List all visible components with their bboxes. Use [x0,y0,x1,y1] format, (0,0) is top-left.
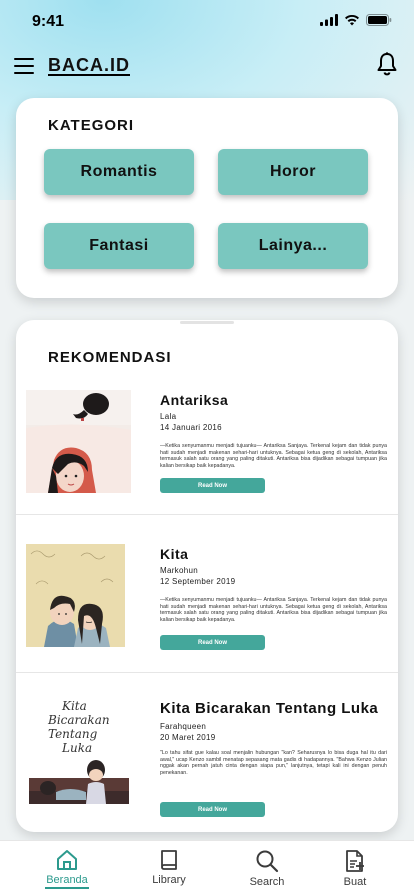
book-date: 20 Maret 2019 [160,733,216,742]
category-button-lainya[interactable]: Lainya... [218,223,368,269]
book-info: Kita Markohun 12 September 2019 —Ketika … [160,546,387,623]
book-author: Markohun [160,566,198,575]
active-indicator [45,887,89,889]
nav-item-search[interactable]: Search [237,849,297,888]
menu-icon[interactable] [14,58,34,74]
book-title: Kita Bicarakan Tentang Luka [160,700,379,717]
status-bar: 9:41 [0,0,414,44]
book-info: Antariksa Lala 14 Januari 2016 —Ketika s… [160,392,387,469]
create-document-icon [346,850,364,872]
nav-item-beranda[interactable]: Beranda [37,849,97,889]
book-info: Kita Bicarakan Tentang Luka Farahqueen 2… [160,700,387,776]
wifi-icon [345,14,359,26]
category-button-fantasi[interactable]: Fantasi [44,223,194,269]
read-now-button[interactable]: Read Now [160,478,265,493]
book-description: —Ketika senyumanmu menjadi tujuanku— Ant… [160,597,387,623]
book-description: "Lo tahu sifat gue kalau soal menjalin h… [160,750,387,776]
nav-item-library[interactable]: Library [139,849,199,886]
book-description: —Ketika senyumanmu menjadi tujuanku— Ant… [160,443,387,469]
recommendation-card: REKOMENDASI Antariksa Lala 14 Januari 20… [16,320,398,832]
cover-title-line: Kita [61,699,87,713]
book-date: 14 Januari 2016 [160,423,222,432]
search-icon [256,850,279,873]
bell-icon[interactable] [376,52,398,76]
nav-item-buat[interactable]: Buat [325,849,385,888]
nav-label: Buat [343,876,367,888]
app-header: BACA.ID [0,52,414,82]
category-title: KATEGORI [48,117,135,134]
status-icons [320,14,392,26]
book-date: 12 September 2019 [160,577,236,586]
category-button-horor[interactable]: Horor [218,149,368,195]
battery-icon [366,14,392,26]
book-title: Antariksa [160,392,229,408]
read-now-button[interactable]: Read Now [160,635,265,650]
cover-title-line: Bicarakan [47,713,110,727]
divider [16,672,398,673]
nav-label: Beranda [46,874,88,886]
book-item[interactable]: Kita Markohun 12 September 2019 —Ketika … [16,544,398,669]
book-author: Farahqueen [160,722,207,731]
book-cover: Kita Bicarakan Tentang Luka [26,696,133,804]
recommendation-title: REKOMENDASI [48,349,172,366]
book-icon [161,850,177,870]
drag-handle[interactable] [180,321,234,324]
category-card: KATEGORI Romantis Horor Fantasi Lainya..… [16,98,398,298]
book-title: Kita [160,546,189,562]
book-item[interactable]: Antariksa Lala 14 Januari 2016 —Ketika s… [16,390,398,515]
read-now-button[interactable]: Read Now [160,802,265,817]
category-button-romantis[interactable]: Romantis [44,149,194,195]
book-cover [26,390,131,493]
nav-label: Search [249,876,285,888]
cover-title-line: Luka [61,741,92,755]
bottom-navigation: Beranda Library Search Buat [0,840,414,896]
cover-title-line: Tentang [48,727,98,741]
book-author: Lala [160,412,177,421]
book-cover [26,544,125,647]
home-icon [57,850,77,870]
nav-label: Library [152,874,186,886]
divider [16,514,398,515]
signal-icon [320,14,338,26]
book-item[interactable]: Kita Bicarakan Tentang Luka Kita Bicarak… [16,694,398,824]
status-time: 9:41 [32,13,65,30]
app-logo: BACA.ID [48,55,130,76]
